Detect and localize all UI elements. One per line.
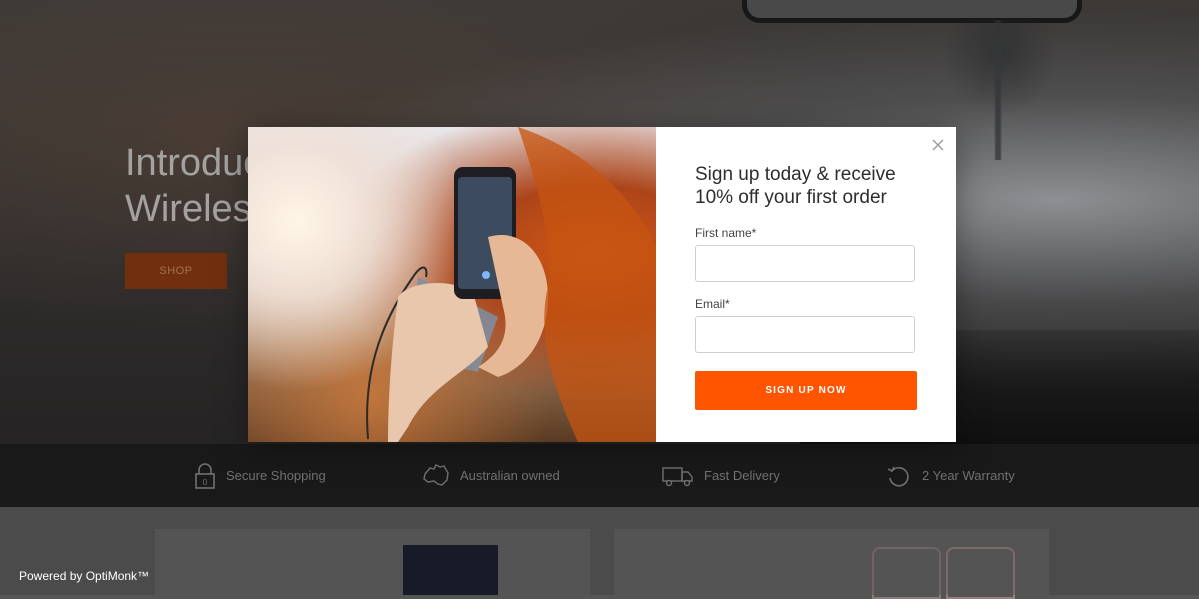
product-card[interactable] bbox=[614, 529, 1049, 599]
email-label: Email* bbox=[695, 297, 730, 311]
signup-form: Sign up today & receive 10% off your fir… bbox=[656, 127, 956, 442]
product-image bbox=[872, 547, 941, 599]
first-name-field[interactable] bbox=[695, 245, 915, 282]
email-field[interactable] bbox=[695, 316, 915, 353]
feature-fast-delivery: Fast Delivery bbox=[662, 444, 780, 507]
first-name-label: First name* bbox=[695, 226, 757, 240]
product-image bbox=[946, 547, 1015, 599]
feature-warranty: 2 Year Warranty bbox=[886, 444, 1015, 507]
feature-label: Secure Shopping bbox=[226, 468, 326, 483]
lock-icon: 0 bbox=[195, 462, 215, 489]
feature-label: 2 Year Warranty bbox=[922, 468, 1015, 483]
powered-by-link[interactable]: Powered by OptiMonk™ bbox=[19, 569, 149, 583]
delivery-truck-icon bbox=[662, 466, 693, 486]
popup-heading-line1: Sign up today & receive bbox=[695, 164, 896, 185]
signup-popup: Sign up today & receive 10% off your fir… bbox=[248, 127, 956, 442]
feature-australian-owned: Australian owned bbox=[422, 444, 560, 507]
products-section bbox=[0, 507, 1199, 599]
popup-image bbox=[248, 127, 656, 442]
product-card[interactable] bbox=[155, 529, 590, 595]
feature-secure-shopping: 0 Secure Shopping bbox=[194, 444, 326, 507]
close-button[interactable] bbox=[930, 137, 946, 153]
product-image bbox=[403, 545, 498, 595]
phone-charging-illustration bbox=[366, 127, 656, 442]
features-bar: 0 Secure Shopping Australian owned Fast … bbox=[0, 444, 1199, 507]
popup-heading-line2: 10% off your first order bbox=[695, 187, 887, 208]
warranty-circular-arrow-icon bbox=[887, 466, 909, 487]
svg-text:0: 0 bbox=[203, 478, 208, 487]
shop-button[interactable]: SHOP bbox=[125, 253, 227, 289]
sign-up-button[interactable]: SIGN UP NOW bbox=[695, 371, 917, 410]
close-icon bbox=[932, 139, 944, 151]
feature-label: Australian owned bbox=[460, 468, 560, 483]
australia-map-icon bbox=[423, 463, 449, 486]
popup-heading: Sign up today & receive 10% off your fir… bbox=[695, 163, 935, 209]
feature-label: Fast Delivery bbox=[704, 468, 780, 483]
